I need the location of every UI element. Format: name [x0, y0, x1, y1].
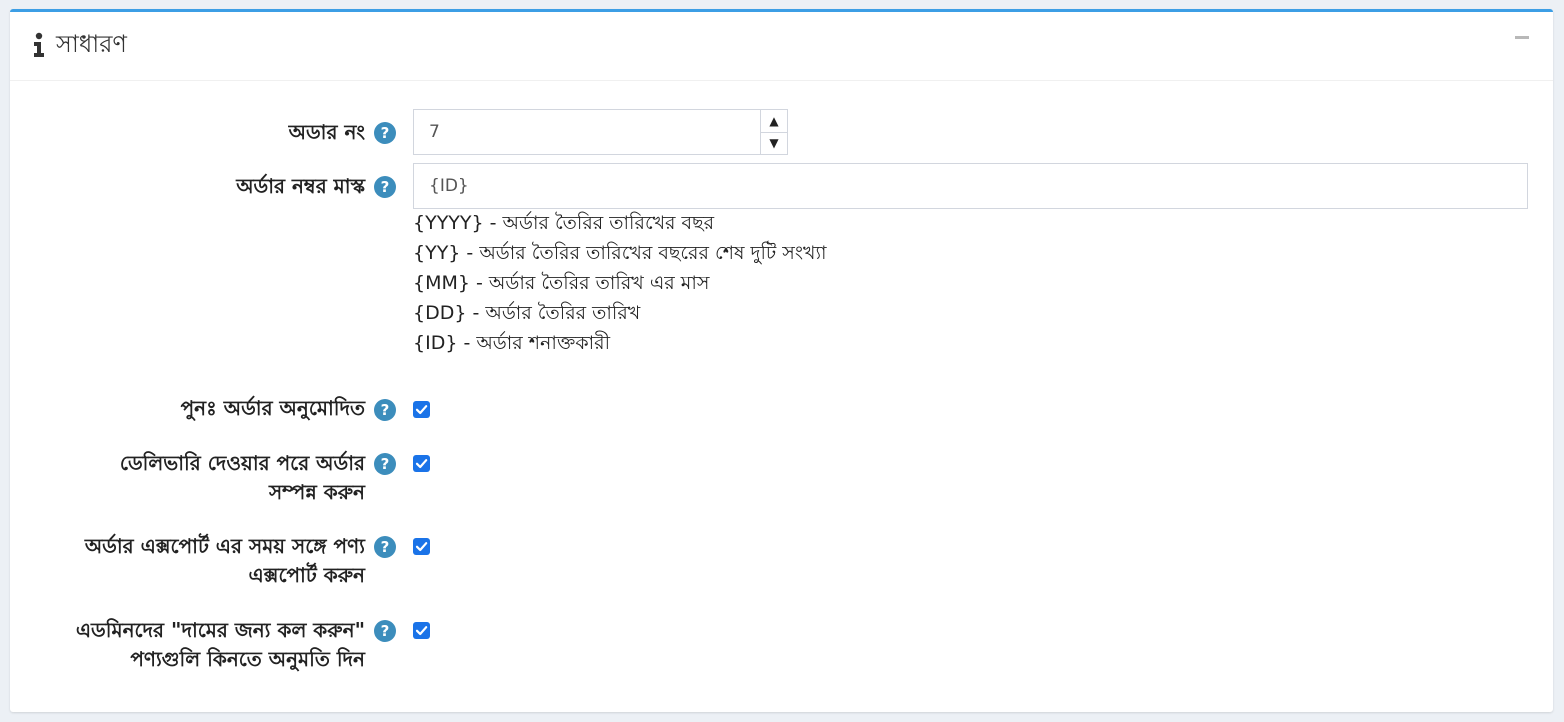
export-products-checkbox[interactable]: [413, 538, 430, 555]
minus-icon[interactable]: [1515, 36, 1529, 39]
order-mask-input[interactable]: {ID}: [413, 163, 1528, 209]
export-products-label-line1: অর্ডার এক্সপোর্ট এর সময় সঙ্গে পণ্য: [84, 534, 365, 558]
complete-after-delivery-label-line2: সম্পন্ন করুন: [268, 480, 365, 504]
complete-after-delivery-checkbox[interactable]: [413, 455, 430, 472]
help-icon[interactable]: ?: [374, 620, 396, 642]
order-number-label: অডার নং: [288, 120, 365, 144]
checkmark-icon: [415, 459, 428, 469]
increment-button[interactable]: ▲: [761, 110, 787, 133]
complete-after-delivery-label-line1: ডেলিভারি দেওয়ার পরে অর্ডার: [119, 451, 365, 475]
export-products-label-line2: এক্সপোর্ট করুন: [248, 563, 365, 587]
panel-title: সাধারণ: [56, 30, 127, 58]
order-number-input[interactable]: 7: [413, 109, 761, 155]
call-for-price-label-line1: এডমিনদের "দামের জন্য কল করুন": [75, 618, 365, 642]
reorder-label: পুনঃ অর্ডার অনুমোদিত: [180, 396, 365, 420]
mask-hint-yyyy: {YYYY} - অর্ডার তৈরির তারিখের বছর: [413, 212, 715, 234]
order-number-stepper: ▲ ▼: [760, 109, 788, 155]
call-for-price-checkbox[interactable]: [413, 622, 430, 639]
order-mask-label: অর্ডার নম্বর মাস্ক: [236, 174, 365, 198]
checkmark-icon: [415, 405, 428, 415]
mask-hint-dd: {DD} - অর্ডার তৈরির তারিখ: [413, 302, 641, 324]
help-icon[interactable]: ?: [374, 399, 396, 421]
info-icon: [34, 32, 44, 57]
checkmark-icon: [415, 542, 428, 552]
checkmark-icon: [415, 626, 428, 636]
decrement-button[interactable]: ▼: [761, 132, 787, 154]
reorder-checkbox[interactable]: [413, 401, 430, 418]
help-icon[interactable]: ?: [374, 176, 396, 198]
mask-hint-mm: {MM} - অর্ডার তৈরির তারিখ এর মাস: [413, 272, 710, 294]
panel-header: সাধারণ: [10, 12, 1553, 81]
call-for-price-label-line2: পণ্যগুলি কিনতে অনুমতি দিন: [130, 647, 365, 671]
mask-hint-yy: {YY} - অর্ডার তৈরির তারিখের বছরের শেষ দু…: [413, 242, 827, 264]
general-settings-panel: সাধারণ অডার নং ? 7 ▲ ▼ অর্ডার নম্বর মাস্…: [10, 9, 1553, 712]
mask-hint-id: {ID} - অর্ডার শনাক্তকারী: [413, 332, 611, 354]
help-icon[interactable]: ?: [374, 536, 396, 558]
help-icon[interactable]: ?: [374, 122, 396, 144]
help-icon[interactable]: ?: [374, 453, 396, 475]
